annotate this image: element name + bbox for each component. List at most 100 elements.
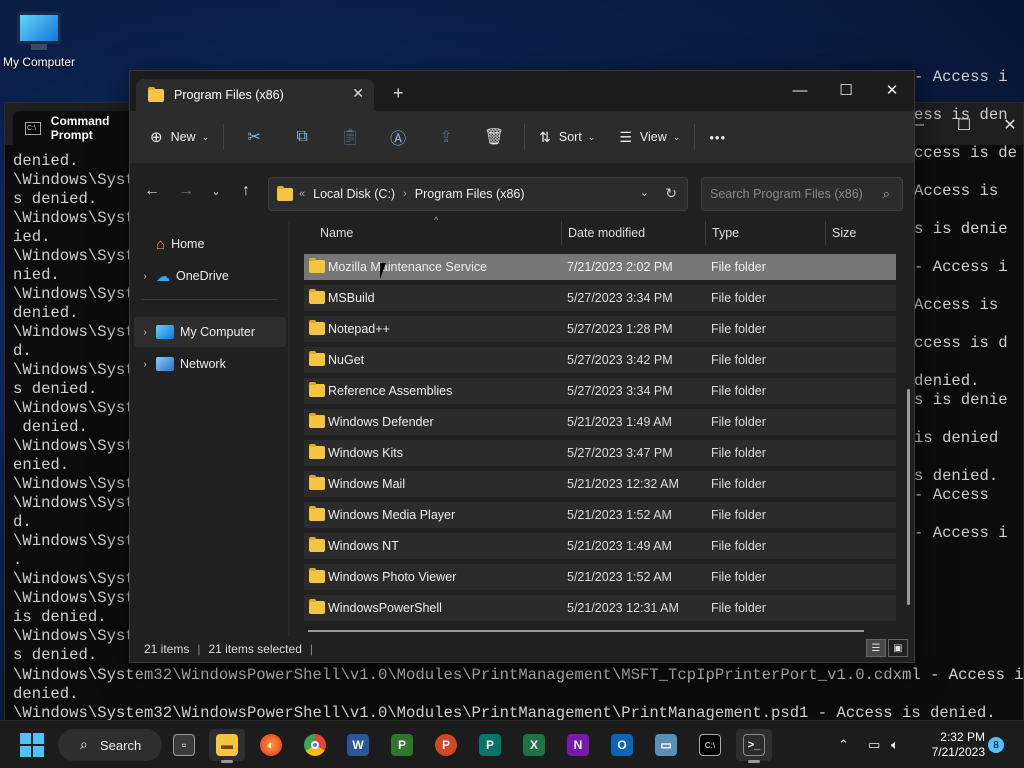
- publisher-app[interactable]: P: [472, 729, 508, 761]
- file-date: 5/27/2023 1:28 PM: [567, 322, 673, 336]
- chevron-right-icon[interactable]: ›: [134, 359, 156, 370]
- file-row[interactable]: NuGet 5/27/2023 3:42 PM File folder: [304, 347, 896, 373]
- volume-icon[interactable]: 🔈︎: [891, 737, 899, 753]
- file-row[interactable]: Notepad++ 5/27/2023 1:28 PM File folder: [304, 316, 896, 342]
- chevron-up-icon[interactable]: ⌃: [838, 737, 849, 753]
- desktop-icon-my-computer[interactable]: My Computer: [0, 8, 78, 69]
- folder-icon: [309, 320, 325, 335]
- cut-icon[interactable]: ✂: [230, 120, 278, 154]
- file-row[interactable]: Mozilla Maintenance Service 7/21/2023 2:0…: [304, 254, 896, 280]
- overflow-crumb[interactable]: «: [299, 188, 305, 200]
- maximize-button[interactable]: ☐: [823, 75, 869, 105]
- explorer-tab[interactable]: Program Files (x86) ✕: [136, 79, 374, 111]
- word-app[interactable]: W: [340, 729, 376, 761]
- nav-item-my-computer[interactable]: › My Computer: [134, 317, 286, 347]
- file-row[interactable]: Reference Assemblies 5/27/2023 3:34 PM Fil…: [304, 378, 896, 404]
- file-name: Notepad++: [328, 322, 390, 336]
- back-button[interactable]: ←: [138, 177, 166, 205]
- view-button[interactable]: ☰ View ⌄: [611, 120, 688, 154]
- delete-icon[interactable]: 🗑︎: [470, 120, 518, 154]
- command-prompt-app[interactable]: C:\: [692, 729, 728, 761]
- copy-icon[interactable]: ⧉: [278, 120, 326, 154]
- new-button[interactable]: ⊕ New ⌄: [142, 120, 217, 154]
- chrome-app[interactable]: [297, 729, 333, 761]
- taskbar-search[interactable]: ⌕ Search: [58, 729, 162, 761]
- cmd-output-right: - Access i ess is den ccess is de Access…: [914, 68, 1017, 542]
- horizontal-scrollbar[interactable]: [308, 630, 864, 632]
- file-name: Windows Kits: [328, 446, 404, 460]
- sort-button[interactable]: ⇅ Sort ⌄: [531, 120, 603, 154]
- file-row[interactable]: Windows Kits 5/27/2023 3:47 PM File folder: [304, 440, 896, 466]
- excel-app[interactable]: X: [516, 729, 552, 761]
- folder-icon: [309, 413, 325, 428]
- task-view-button[interactable]: ▫: [166, 729, 202, 761]
- outlook-app[interactable]: O: [604, 729, 640, 761]
- close-button[interactable]: ✕: [869, 75, 915, 105]
- recent-locations-button[interactable]: ⌄: [202, 177, 230, 205]
- details-view-icon[interactable]: ☰: [866, 639, 886, 657]
- nav-item-onedrive[interactable]: › ☁ OneDrive: [134, 261, 286, 291]
- file-explorer-window[interactable]: Program Files (x86) ✕ + — ☐ ✕ ⊕ New ⌄ ✂ …: [129, 70, 915, 663]
- more-options-button[interactable]: •••: [701, 120, 734, 154]
- chevron-right-icon[interactable]: ›: [134, 327, 156, 338]
- file-explorer-app[interactable]: ▬: [209, 729, 245, 763]
- search-icon: ⌕: [80, 736, 88, 752]
- pane-splitter[interactable]: [288, 221, 290, 636]
- folder-icon: [309, 289, 325, 304]
- explorer-tab-title: Program Files (x86): [174, 88, 284, 102]
- minimize-button[interactable]: —: [777, 75, 823, 105]
- chevron-down-icon: ⌄: [201, 131, 210, 142]
- search-input[interactable]: [710, 187, 870, 201]
- up-button[interactable]: ↑: [232, 177, 260, 205]
- notification-badge[interactable]: 8: [988, 737, 1004, 753]
- column-name[interactable]: Name: [320, 226, 353, 240]
- search-icon: ⌕: [882, 186, 890, 201]
- column-size[interactable]: Size: [832, 226, 856, 240]
- powerpoint-app[interactable]: P: [428, 729, 464, 761]
- new-tab-button[interactable]: +: [393, 83, 404, 104]
- clock[interactable]: 2:32 PM 7/21/2023: [925, 730, 985, 760]
- vertical-scrollbar[interactable]: [907, 389, 910, 605]
- breadcrumb-program-files[interactable]: Program Files (x86): [415, 187, 525, 201]
- network-status-icon[interactable]: ▭: [868, 737, 880, 753]
- start-button[interactable]: [20, 733, 44, 757]
- paste-icon[interactable]: 📋︎: [326, 120, 374, 154]
- nav-item-network[interactable]: › Network: [134, 349, 286, 379]
- file-row[interactable]: Windows Defender 5/21/2023 1:49 AM File fo…: [304, 409, 896, 435]
- onenote-app[interactable]: N: [560, 729, 596, 761]
- file-name: WindowsPowerShell: [328, 601, 442, 615]
- address-bar[interactable]: « Local Disk (C:) › Program Files (x86) …: [268, 177, 688, 211]
- terminal-app[interactable]: >_: [736, 729, 772, 763]
- share-icon[interactable]: ⇪: [422, 120, 470, 154]
- close-tab-icon[interactable]: ✕: [352, 85, 364, 102]
- file-row[interactable]: Windows Media Player 5/21/2023 1:52 AM Fil…: [304, 502, 896, 528]
- file-row[interactable]: Windows NT 5/21/2023 1:49 AM File folder: [304, 533, 896, 559]
- folder-icon: [309, 599, 325, 614]
- forward-button[interactable]: →: [172, 177, 200, 205]
- explorer-titlebar[interactable]: Program Files (x86) ✕ + — ☐ ✕: [130, 71, 914, 111]
- address-dropdown-icon[interactable]: ⌄: [640, 186, 649, 199]
- breadcrumb-local-disk[interactable]: Local Disk (C:): [313, 187, 395, 201]
- refresh-icon[interactable]: ↻: [665, 185, 677, 202]
- sort-icon: ⇅: [539, 128, 551, 145]
- file-name: NuGet: [328, 353, 365, 367]
- file-date: 5/21/2023 1:49 AM: [567, 539, 672, 553]
- project-app[interactable]: P: [384, 729, 420, 761]
- file-type: File folder: [711, 477, 766, 491]
- rename-icon[interactable]: Ⓐ: [374, 120, 422, 154]
- file-name: Reference Assemblies: [328, 384, 453, 398]
- file-row[interactable]: WindowsPowerShell 5/21/2023 12:31 AM File …: [304, 595, 896, 621]
- chevron-right-icon[interactable]: ›: [134, 271, 156, 282]
- file-row[interactable]: Windows Photo Viewer 5/21/2023 1:52 AM Fil…: [304, 564, 896, 590]
- nav-item-home[interactable]: ⌂ Home: [134, 229, 286, 259]
- file-row[interactable]: Windows Mail 5/21/2023 12:32 AM File folde…: [304, 471, 896, 497]
- file-date: 5/27/2023 3:42 PM: [567, 353, 673, 367]
- tiles-view-icon[interactable]: ▣: [888, 639, 908, 657]
- firefox-app[interactable]: ◐: [253, 729, 289, 761]
- column-date-modified[interactable]: Date modified: [568, 226, 645, 240]
- search-box[interactable]: ⌕: [701, 177, 903, 211]
- folder-icon: [148, 86, 164, 102]
- remote-desktop-app[interactable]: ▭: [648, 729, 684, 761]
- file-row[interactable]: MSBuild 5/27/2023 3:34 PM File folder: [304, 285, 896, 311]
- column-type[interactable]: Type: [712, 226, 739, 240]
